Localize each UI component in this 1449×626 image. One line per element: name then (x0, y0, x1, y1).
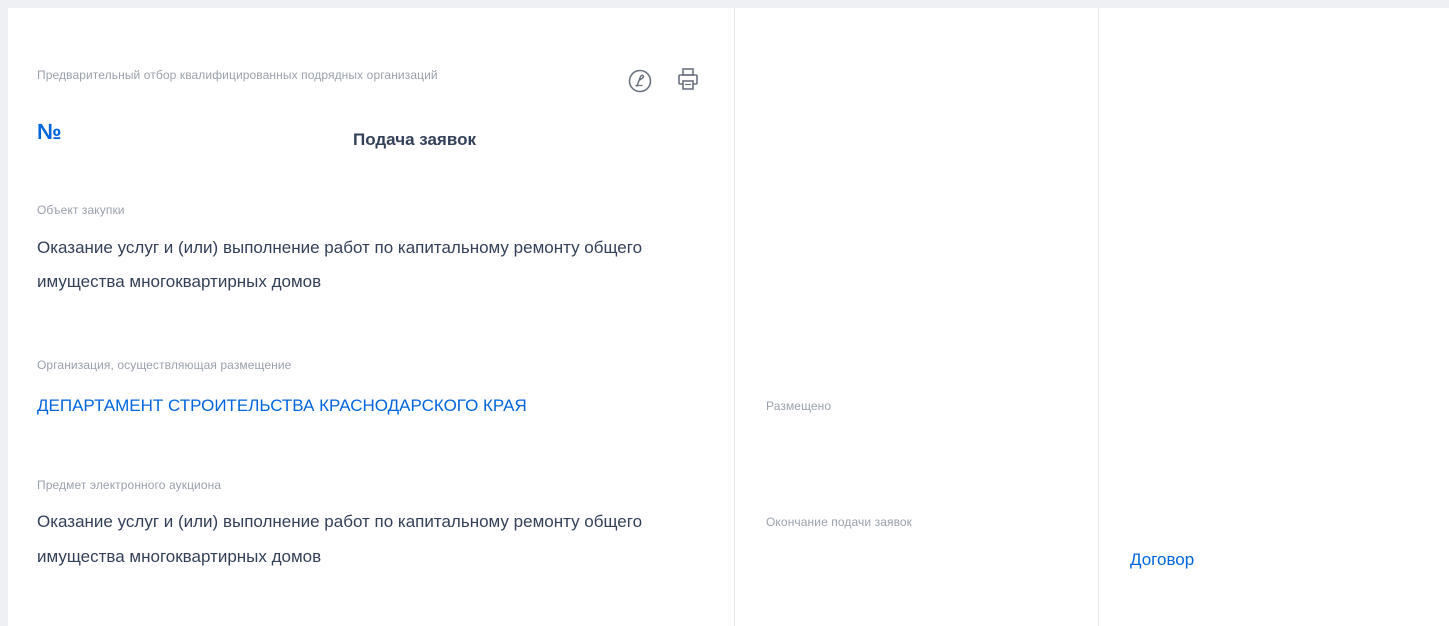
signature-icon[interactable] (627, 68, 653, 94)
organization-label: Организация, осуществляющая размещение (37, 358, 292, 372)
side-column: Договор (1099, 8, 1449, 626)
dates-column: Размещено Окончание подачи заявок (735, 8, 1099, 626)
procedure-type-label: Предварительный отбор квалифицированных … (37, 68, 438, 82)
posted-label: Размещено (766, 399, 832, 413)
purchase-object-label: Объект закупки (37, 203, 125, 217)
printer-icon[interactable] (675, 66, 701, 92)
purchase-object-value-line2: имущества многоквартирных домов (37, 272, 322, 291)
procedure-status: Подача заявок (353, 130, 476, 149)
registry-card: Предварительный отбор квалифицированных … (8, 8, 1449, 626)
auction-subject-value-line1: Оказание услуг и (или) выполнение работ … (37, 512, 643, 531)
auction-subject-label: Предмет электронного аукциона (37, 478, 222, 492)
registry-main-column: Предварительный отбор квалифицированных … (8, 8, 735, 626)
contract-link[interactable]: Договор (1130, 550, 1194, 570)
organization-link[interactable]: ДЕПАРТАМЕНТ СТРОИТЕЛЬСТВА КРАСНОДАРСКОГО… (37, 396, 527, 416)
deadline-label: Окончание подачи заявок (766, 515, 913, 529)
auction-subject-value-line2: имущества многоквартирных домов (37, 547, 322, 566)
purchase-object-value-line1: Оказание услуг и (или) выполнение работ … (37, 238, 643, 257)
registry-number[interactable]: № (37, 119, 62, 145)
